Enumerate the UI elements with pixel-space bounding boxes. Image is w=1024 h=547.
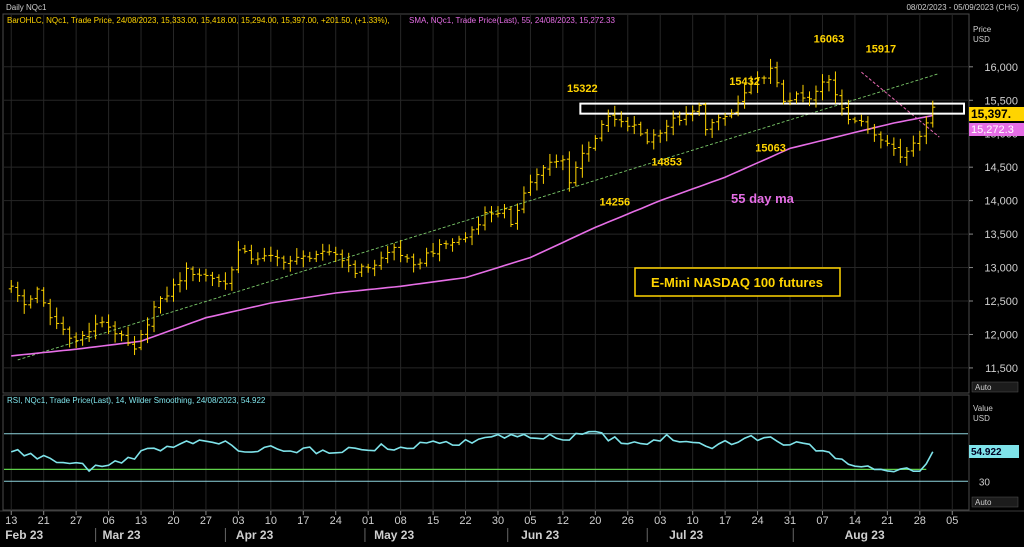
price-tick-label: 14,500 [984, 162, 1018, 174]
x-tick-label: 21 [38, 515, 50, 527]
peak-label: 15917 [866, 43, 897, 55]
x-tick-label: 30 [492, 515, 504, 527]
x-month-label: Aug 23 [845, 528, 885, 542]
x-tick-label: 21 [881, 515, 893, 527]
rsi-legend: RSI, NQc1, Trade Price(Last), 14, Wilder… [7, 396, 266, 405]
price-tick-label: 16,000 [984, 62, 1018, 74]
last-price-label: 15,397. [971, 107, 1011, 121]
sma-legend: SMA, NQc1, Trade Price(Last), 55, 24/08/… [409, 16, 615, 25]
rsi-auto-label: Auto [975, 498, 992, 507]
chart-window: Daily NQc1 08/02/2023 - 05/09/2023 (CHG)… [0, 0, 1024, 542]
x-month-label: Jun 23 [521, 528, 559, 542]
x-month-label: Feb 23 [5, 528, 43, 542]
x-tick-label: 01 [362, 515, 374, 527]
x-month-label: May 23 [374, 528, 414, 542]
sma-note: 55 day ma [731, 191, 795, 206]
x-tick-label: 31 [784, 515, 796, 527]
rsi-axis-ticks: 30 [979, 477, 991, 488]
x-tick-label: 06 [102, 515, 114, 527]
x-tick-label: 13 [5, 515, 17, 527]
x-tick-label: 08 [395, 515, 407, 527]
price-tick-label: 11,500 [985, 363, 1018, 375]
peak-label: 14853 [651, 157, 682, 169]
ohlc-legend: BarOHLC, NQc1, Trade Price, 24/08/2023, … [7, 16, 389, 25]
peak-label: 15063 [755, 143, 786, 155]
x-tick-label: 10 [687, 515, 699, 527]
x-tick-label: 20 [589, 515, 601, 527]
peak-label: 15432 [729, 76, 760, 88]
nasdaq-chart: Daily NQc1 08/02/2023 - 05/09/2023 (CHG)… [0, 0, 1024, 542]
x-tick-label: 05 [524, 515, 536, 527]
rsi-tick-label: 30 [979, 477, 991, 488]
price-tick-label: 13,500 [984, 229, 1018, 241]
last-price-tag: 15,397. [969, 107, 1024, 121]
x-month-label: Mar 23 [103, 528, 141, 542]
x-tick-label: 28 [914, 515, 926, 527]
x-tick-label: 17 [297, 515, 309, 527]
sma-last-tag: 15,272.3 [969, 123, 1024, 136]
price-tick-label: 13,000 [984, 263, 1018, 275]
peak-label: 14256 [599, 197, 630, 209]
rsi-axis-unit: USD [973, 414, 990, 423]
date-range-label: 08/02/2023 - 05/09/2023 (CHG) [906, 3, 1019, 12]
window-title: Daily NQc1 [6, 3, 47, 12]
rsi-axis-label: Value [973, 404, 993, 413]
x-tick-label: 03 [654, 515, 666, 527]
x-tick-label: 07 [816, 515, 828, 527]
x-tick-label: 17 [719, 515, 731, 527]
price-axis-label: Price [973, 25, 992, 34]
price-tick-label: 12,000 [984, 329, 1018, 341]
x-tick-label: 26 [622, 515, 634, 527]
instrument-box-label: E-Mini NASDAQ 100 futures [651, 275, 823, 290]
x-month-label: Jul 23 [669, 528, 703, 542]
sma-last-label: 15,272.3 [971, 124, 1014, 136]
x-tick-label: 05 [946, 515, 958, 527]
x-tick-label: 03 [232, 515, 244, 527]
rsi-last-tag: 54.922 [969, 445, 1019, 458]
x-tick-label: 24 [330, 515, 342, 527]
x-month-label: Apr 23 [236, 528, 274, 542]
price-axis-unit: USD [973, 35, 990, 44]
x-tick-label: 24 [751, 515, 763, 527]
price-auto-label: Auto [975, 383, 992, 392]
instrument-box: E-Mini NASDAQ 100 futures [634, 267, 841, 297]
x-tick-label: 20 [167, 515, 179, 527]
price-tick-label: 14,000 [984, 196, 1018, 208]
x-tick-label: 10 [265, 515, 277, 527]
x-tick-label: 12 [557, 515, 569, 527]
price-tick-label: 12,500 [984, 296, 1018, 308]
x-tick-label: 13 [135, 515, 147, 527]
x-tick-label: 22 [459, 515, 471, 527]
x-tick-label: 14 [849, 515, 861, 527]
x-tick-label: 27 [200, 515, 212, 527]
peak-label: 16063 [814, 34, 845, 46]
rsi-last-label: 54.922 [971, 447, 1002, 458]
x-tick-label: 15 [427, 515, 439, 527]
price-tick-label: 15,500 [984, 95, 1018, 107]
x-tick-label: 27 [70, 515, 82, 527]
peak-label: 15322 [567, 83, 598, 95]
